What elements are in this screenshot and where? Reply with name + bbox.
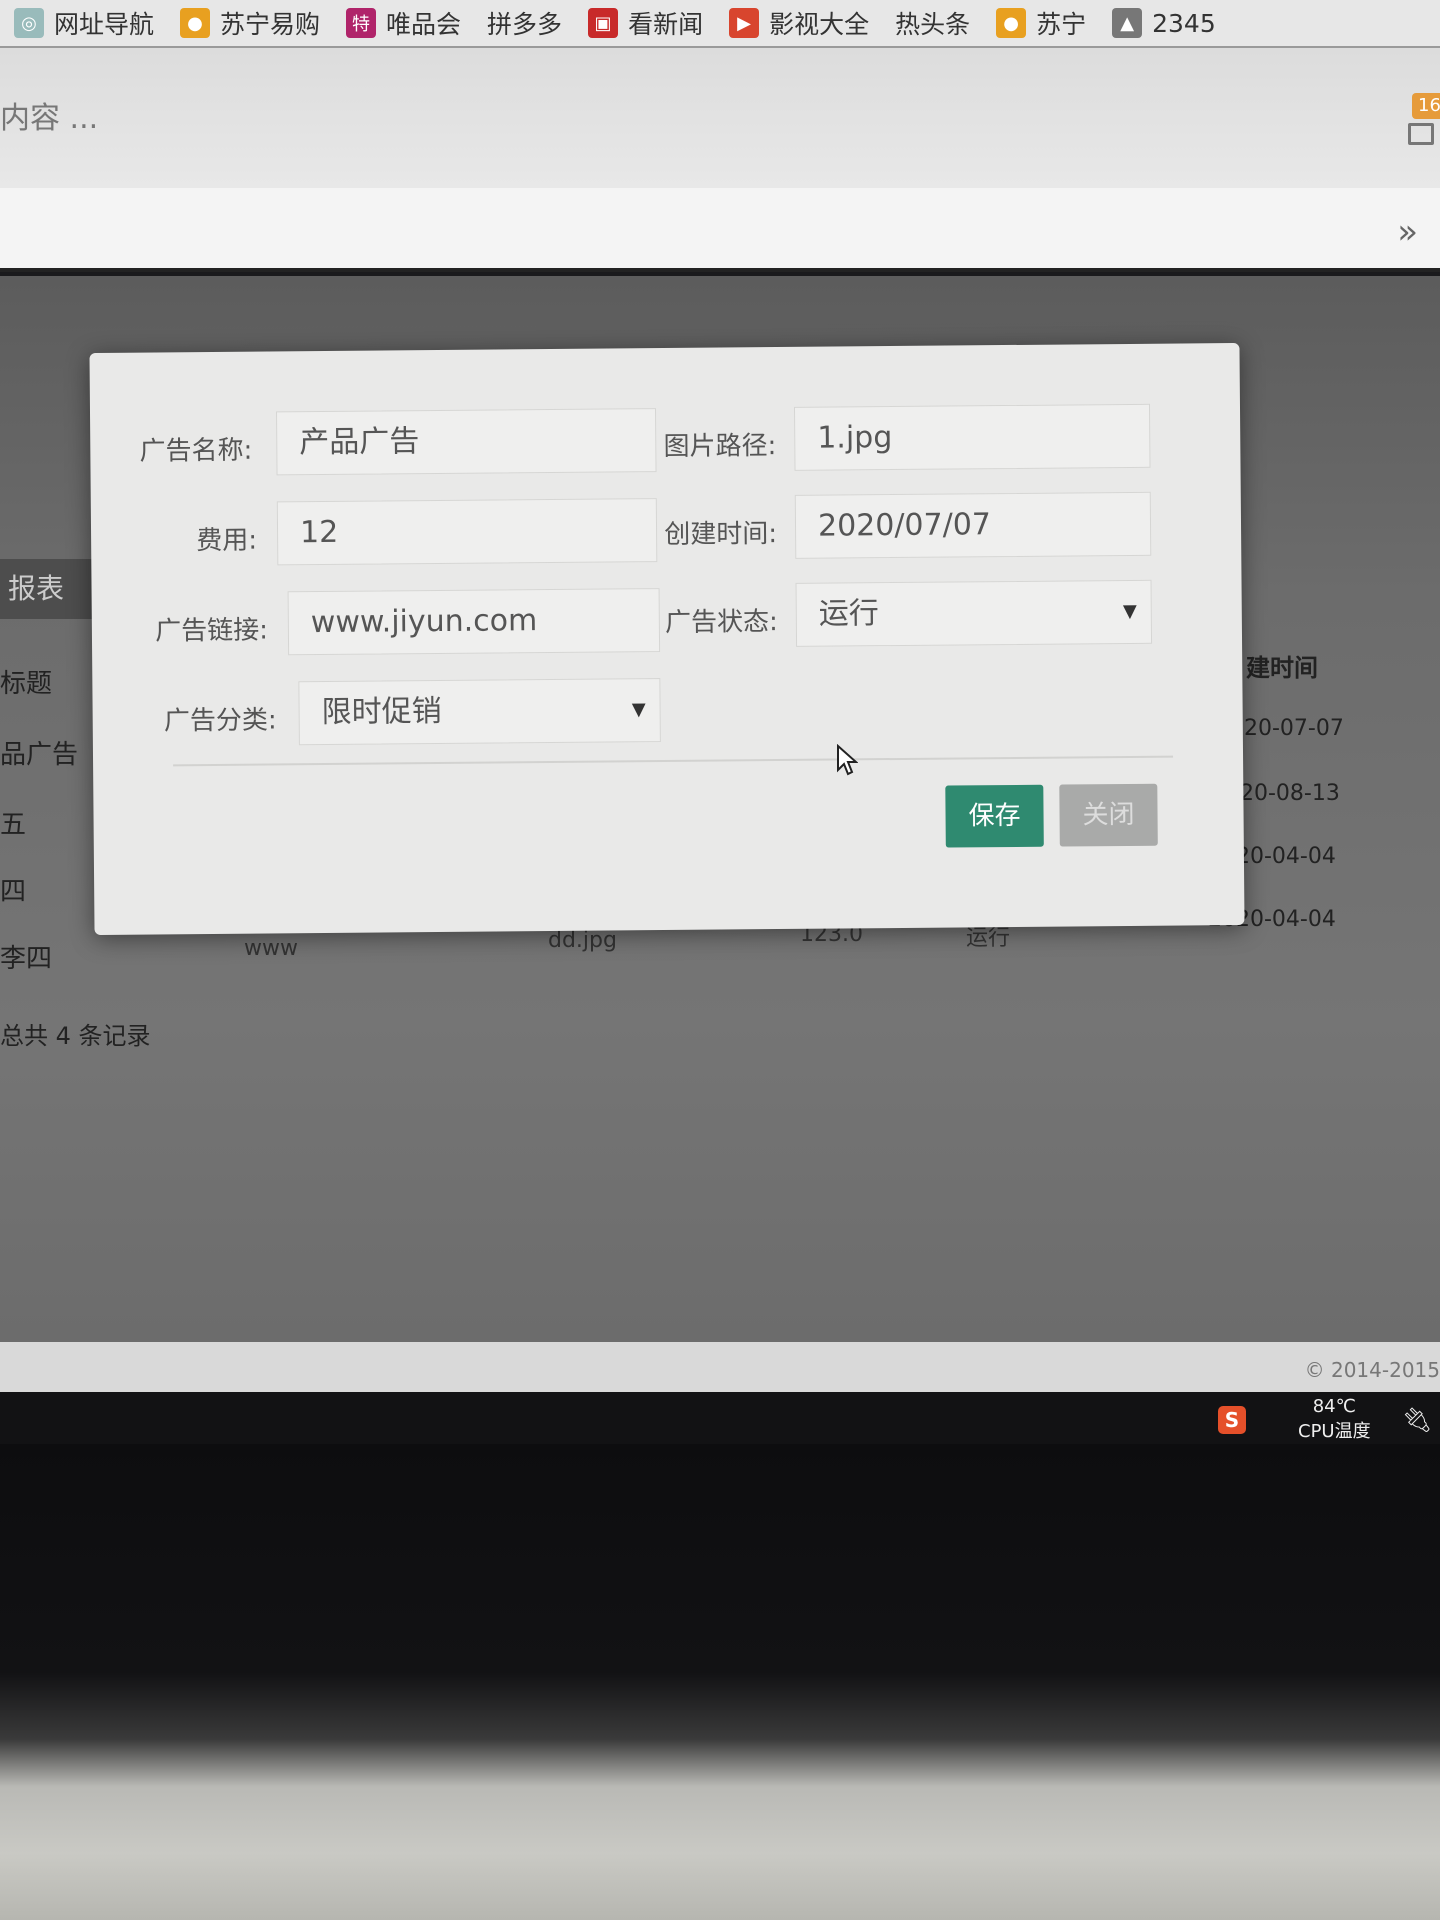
ad-link-label: 广告链接: — [155, 615, 269, 647]
bookmark-vip[interactable]: 特 唯品会 — [346, 5, 461, 41]
power-plug-icon[interactable]: 🔌︎ — [1402, 1406, 1432, 1434]
bookmark-pinduoduo[interactable]: 拼多多 — [487, 5, 562, 41]
ad-status-label: 广告状态: — [664, 607, 778, 639]
table-cell: 李四 — [0, 944, 53, 974]
2345-icon: ▲ — [1112, 8, 1143, 38]
ad-status-select[interactable]: 运行 ▼ — [795, 579, 1153, 647]
column-header-created-time: 建时间 — [1246, 654, 1318, 682]
page-header: 内容 ... 16 — [0, 48, 1440, 188]
ad-name-input[interactable]: 产品广告 — [275, 408, 657, 476]
vip-icon: 特 — [346, 8, 377, 38]
table-cell: dd.jpg — [548, 928, 617, 953]
table-cell: www — [244, 936, 298, 961]
edit-ad-dialog: 广告名称: 产品广告 图片路径: 1.jpg 费用: 12 创建时间: 2020… — [89, 342, 1245, 936]
table-cell: 五 — [0, 810, 27, 840]
table-cell: 品广告 — [0, 740, 79, 770]
copyright-text: © 2014-2015 — [1304, 1358, 1440, 1382]
ad-category-select[interactable]: 限时促销 ▼ — [298, 678, 661, 746]
save-button[interactable]: 保存 — [945, 784, 1044, 848]
sogou-input-icon[interactable]: S — [1218, 1406, 1246, 1434]
ad-status-selected: 运行 — [818, 596, 879, 632]
bookmark-headlines[interactable]: 热头条 — [895, 5, 970, 41]
ad-link-input[interactable]: www.jiyun.com — [287, 588, 661, 656]
cpu-temp-label: CPU温度 — [1298, 1421, 1371, 1442]
search-input[interactable]: 内容 ... — [0, 93, 98, 137]
globe-icon: ◎ — [14, 8, 44, 38]
bookmark-2345[interactable]: ▲ 2345 — [1112, 8, 1216, 38]
bookmark-label: 2345 — [1152, 8, 1216, 38]
bookmark-label: 拼多多 — [487, 10, 563, 39]
created-time-input[interactable]: 2020/07/07 — [794, 491, 1152, 559]
play-icon: ▶ — [729, 8, 760, 38]
table-cell: 四 — [0, 877, 27, 907]
suning-icon: ● — [996, 8, 1027, 38]
mouse-cursor-icon — [837, 744, 858, 776]
message-badge: 16 — [1412, 93, 1440, 119]
mail-icon[interactable] — [1408, 123, 1434, 145]
bookmark-suning[interactable]: ● 苏宁 — [996, 5, 1086, 41]
table-cell-date: 20-04-04 — [1236, 844, 1336, 869]
bookmark-label: 苏宁 — [1036, 10, 1087, 39]
bookmark-label: 苏宁易购 — [220, 10, 321, 39]
laptop-bezel — [0, 1444, 1440, 1920]
bookmark-label: 热头条 — [895, 10, 971, 39]
bookmarks-bar: ◎ 网址导航 ● 苏宁易购 特 唯品会 拼多多 ▣ 看新闻 ▶ 影视大全 热头条… — [0, 0, 1440, 48]
bookmark-news[interactable]: ▣ 看新闻 — [588, 5, 703, 41]
bookmark-label: 影视大全 — [769, 10, 870, 39]
form-divider — [173, 755, 1174, 767]
cost-input[interactable]: 12 — [276, 498, 658, 566]
ad-category-label: 广告分类: — [163, 705, 277, 737]
bookmark-label: 网址导航 — [54, 10, 155, 39]
ad-name-label: 广告名称: — [139, 435, 253, 467]
bookmark-video[interactable]: ▶ 影视大全 — [729, 5, 869, 41]
image-path-input[interactable]: 1.jpg — [793, 403, 1151, 471]
table-cell-date: 20-08-13 — [1240, 781, 1340, 806]
table-header-title: 标题 — [0, 669, 53, 699]
total-records: 总共 4 条记录 — [0, 1022, 151, 1050]
suning-icon: ● — [180, 8, 211, 38]
cpu-temperature-widget[interactable]: 84℃ CPU温度 — [1298, 1396, 1371, 1443]
news-icon: ▣ — [588, 8, 619, 38]
taskbar: S 84℃ CPU温度 🔌︎ — [0, 1392, 1440, 1444]
double-chevron-right-icon[interactable]: » — [1397, 212, 1418, 252]
chevron-down-icon: ▼ — [631, 699, 646, 721]
cost-label: 费用: — [196, 525, 258, 557]
bookmark-nav[interactable]: ◎ 网址导航 — [14, 5, 154, 41]
chevron-down-icon: ▼ — [1122, 600, 1137, 623]
sidebar-item-report[interactable]: 报表 — [0, 559, 100, 619]
tab-bar: » — [0, 188, 1440, 272]
close-button[interactable]: 关闭 — [1059, 783, 1158, 847]
image-path-label: 图片路径: — [663, 431, 777, 463]
created-time-label: 创建时间: — [664, 519, 778, 551]
bookmark-label: 看新闻 — [628, 10, 704, 39]
bookmark-suning-ebuy[interactable]: ● 苏宁易购 — [180, 5, 320, 41]
bookmark-label: 唯品会 — [386, 10, 462, 39]
cpu-temp-value: 84℃ — [1312, 1396, 1356, 1417]
ad-category-selected: 限时促销 — [321, 693, 442, 731]
table-cell-date: 20-07-07 — [1244, 716, 1344, 741]
